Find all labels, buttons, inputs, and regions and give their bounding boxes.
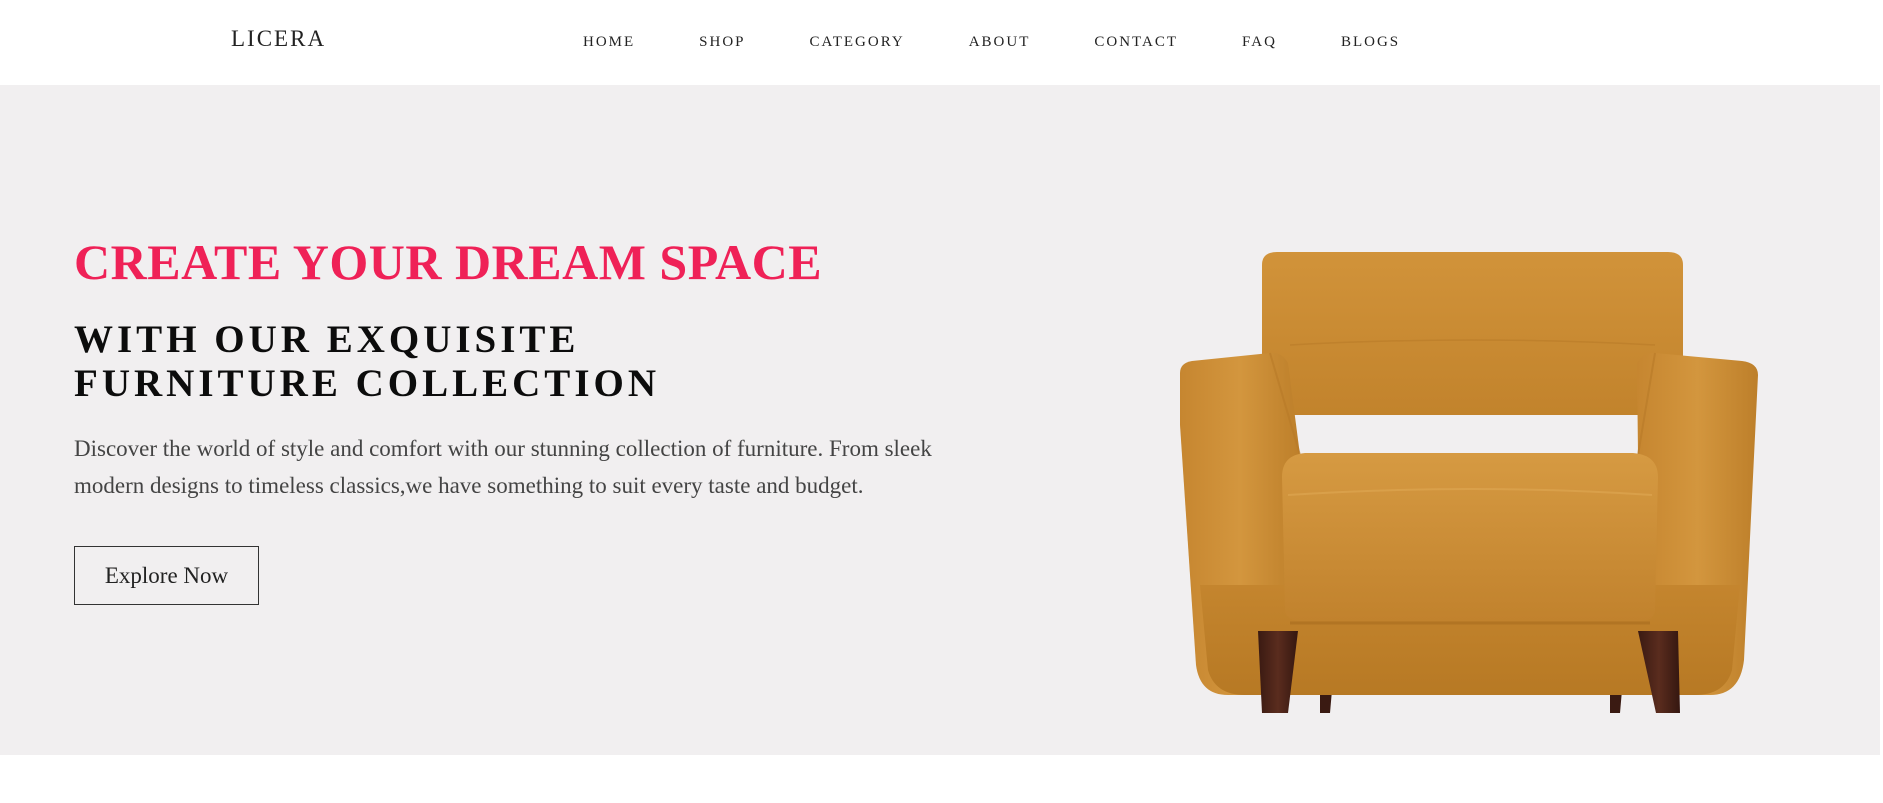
hero-headline: CREATE YOUR DREAM SPACE xyxy=(74,234,823,290)
chair-seat-cushion xyxy=(1282,453,1658,621)
nav-item-faq[interactable]: FAQ xyxy=(1242,33,1277,51)
navbar: LICERA HOME SHOP CATEGORY ABOUT CONTACT … xyxy=(0,0,1883,85)
nav-item-shop[interactable]: SHOP xyxy=(699,33,745,51)
hero-subheadline: WITH OUR EXQUISITE FURNITURE COLLECTION xyxy=(74,318,660,405)
chair-front-left-leg xyxy=(1258,631,1298,713)
nav-item-category[interactable]: CATEGORY xyxy=(810,33,905,51)
nav-item-home[interactable]: HOME xyxy=(583,33,635,51)
chair-backrest xyxy=(1262,252,1683,415)
nav-menu: HOME SHOP CATEGORY ABOUT CONTACT FAQ BLO… xyxy=(583,33,1400,51)
nav-item-blogs[interactable]: BLOGS xyxy=(1341,33,1400,51)
nav-item-about[interactable]: ABOUT xyxy=(969,33,1031,51)
explore-now-button[interactable]: Explore Now xyxy=(74,546,259,605)
armchair-image xyxy=(1180,252,1758,713)
hero-description: Discover the world of style and comfort … xyxy=(74,436,932,498)
brand-logo[interactable]: LICERA xyxy=(231,26,326,52)
hero-section: CREATE YOUR DREAM SPACE WITH OUR EXQUISI… xyxy=(0,85,1880,755)
nav-item-contact[interactable]: CONTACT xyxy=(1094,33,1178,51)
